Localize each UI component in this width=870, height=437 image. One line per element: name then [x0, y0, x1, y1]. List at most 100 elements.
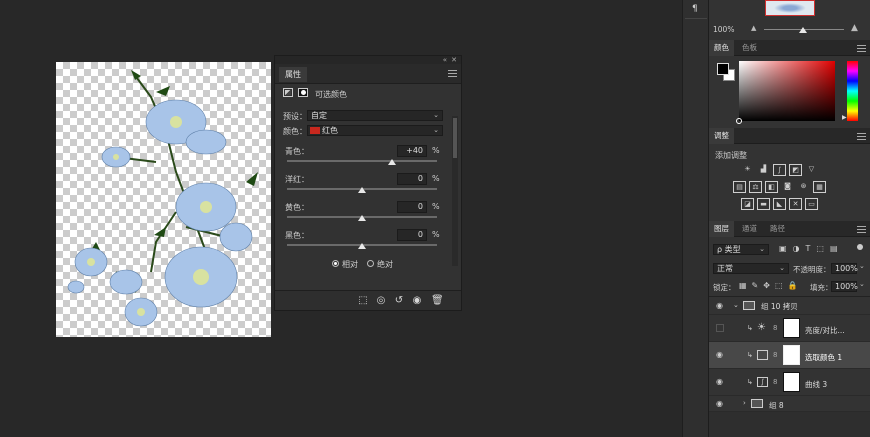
color-balance-icon[interactable]: ⚖: [749, 181, 762, 193]
zoom-in-icon[interactable]: ▲: [851, 23, 858, 33]
link-icon[interactable]: 8: [773, 324, 777, 332]
absolute-radio[interactable]: [367, 260, 374, 267]
mask-icon[interactable]: [298, 88, 308, 97]
visibility-eye-icon[interactable]: ◉: [411, 295, 423, 307]
panel-header-title: 可选颜色: [315, 90, 347, 99]
fill-input[interactable]: 100%: [831, 281, 858, 292]
nav-zoom-value[interactable]: 100%: [713, 25, 734, 34]
layer-mask-thumbnail[interactable]: [783, 345, 800, 365]
clip-arrow-icon: ↳: [747, 378, 753, 386]
panel-drag-bar[interactable]: « ✕: [275, 56, 461, 64]
visibility-eye-icon[interactable]: ◉: [716, 302, 726, 310]
layer-filter-dropdown[interactable]: ρ 类型 ⌄: [713, 244, 769, 255]
clip-arrow-icon: ↳: [747, 351, 753, 359]
layer-row-brightness-contrast[interactable]: ↳ ☀ 8 亮度/对比...: [709, 315, 870, 342]
clip-to-layer-icon[interactable]: ⬚: [357, 295, 369, 307]
brightness-icon: ☀: [757, 322, 766, 333]
layer-row-curves-3[interactable]: ◉ ↳ ∫ 8 曲线 3: [709, 369, 870, 396]
tab-channels[interactable]: 通道: [737, 221, 762, 237]
zoom-out-icon[interactable]: ▲: [751, 24, 756, 32]
vibrance-icon[interactable]: ▽: [805, 164, 818, 176]
exposure-icon[interactable]: ◩: [789, 164, 802, 176]
blend-mode-dropdown[interactable]: 正常 ⌄: [713, 263, 789, 274]
view-previous-icon[interactable]: ◎: [375, 295, 387, 307]
color-panel-menu-icon[interactable]: [857, 45, 866, 52]
tab-paths[interactable]: 路径: [765, 221, 790, 237]
layer-mask-thumbnail[interactable]: [783, 372, 800, 392]
opacity-chevron-icon[interactable]: ⌄: [859, 262, 865, 270]
tab-adjustments[interactable]: 调整: [709, 128, 734, 144]
brightness-icon[interactable]: ☀: [741, 164, 754, 176]
photo-filter-icon[interactable]: ◙: [781, 181, 794, 193]
visibility-toggle-off[interactable]: [716, 324, 724, 332]
navigator-preview[interactable]: [765, 0, 815, 16]
threshold-icon[interactable]: ◣: [773, 198, 786, 210]
delete-icon[interactable]: 🗑: [431, 295, 444, 307]
preset-dropdown[interactable]: 自定 ⌄: [307, 110, 443, 121]
hue-saturation-icon[interactable]: ▤: [733, 181, 746, 193]
percent-unit: %: [432, 174, 440, 183]
link-icon[interactable]: 8: [773, 351, 777, 359]
gradient-map-icon[interactable]: ▭: [805, 198, 818, 210]
panel-scrollbar[interactable]: [452, 116, 458, 266]
slider-value-input[interactable]: +40: [397, 145, 427, 157]
colors-value: 红色: [322, 126, 338, 135]
collapse-icon[interactable]: «: [443, 56, 447, 64]
colors-dropdown[interactable]: 红色 ⌄: [307, 125, 443, 136]
levels-icon[interactable]: ▟: [757, 164, 770, 176]
zoom-slider-thumb[interactable]: [799, 27, 807, 33]
color-lookup-icon[interactable]: ▦: [813, 181, 826, 193]
layers-menu-icon[interactable]: [857, 226, 866, 233]
tab-layers[interactable]: 图层: [709, 221, 734, 237]
paragraph-icon[interactable]: ¶: [692, 4, 698, 14]
layers-panel-tabs: 图层 通道 路径: [709, 221, 870, 237]
black-white-icon[interactable]: ◧: [765, 181, 778, 193]
visibility-eye-icon[interactable]: ◉: [716, 400, 726, 408]
document-canvas[interactable]: [56, 62, 271, 337]
slider-value-input[interactable]: 0: [397, 173, 427, 185]
tab-color[interactable]: 颜色: [709, 40, 734, 56]
tab-swatches[interactable]: 色板: [737, 40, 762, 56]
visibility-eye-icon[interactable]: ◉: [716, 378, 726, 386]
chevron-right-icon[interactable]: ›: [743, 399, 746, 407]
slider-thumb[interactable]: [358, 215, 366, 221]
posterize-icon[interactable]: ▬: [757, 198, 770, 210]
fill-chevron-icon[interactable]: ⌄: [859, 280, 865, 288]
slider-value-input[interactable]: 0: [397, 201, 427, 213]
layer-filter-icons[interactable]: ▣◑T⬚▤: [779, 244, 844, 253]
slider-thumb[interactable]: [358, 243, 366, 249]
panel-menu-icon[interactable]: [448, 70, 457, 77]
adjustments-menu-icon[interactable]: [857, 133, 866, 140]
filter-toggle-icon[interactable]: [857, 244, 863, 250]
opacity-input[interactable]: 100%: [831, 263, 858, 274]
chevron-down-icon[interactable]: ⌄: [733, 301, 739, 309]
relative-radio[interactable]: [332, 260, 339, 267]
slider-thumb[interactable]: [358, 187, 366, 193]
channel-mixer-icon[interactable]: ⊛: [797, 181, 810, 193]
link-icon[interactable]: 8: [773, 378, 777, 386]
color-picker-field[interactable]: [736, 61, 835, 124]
tab-properties[interactable]: 属性: [279, 67, 307, 82]
layer-row-group-8[interactable]: ◉ › 组 8: [709, 396, 870, 412]
lock-icons[interactable]: ▦✎✥⬚🔒: [739, 281, 802, 290]
close-icon[interactable]: ✕: [451, 56, 457, 64]
scrollbar-thumb[interactable]: [453, 118, 457, 158]
opacity-label: 不透明度：: [793, 265, 831, 274]
folder-icon: [743, 301, 755, 310]
curves-icon[interactable]: ∫: [773, 164, 786, 176]
invert-icon[interactable]: ◪: [741, 198, 754, 210]
adjustment-layer-icon: [283, 88, 293, 97]
hue-slider[interactable]: [847, 61, 858, 121]
visibility-eye-icon[interactable]: ◉: [716, 351, 726, 359]
layer-row-selective-color[interactable]: ◉ ↳ 8 选取颜色 1: [709, 342, 870, 369]
layer-row-group-10-copy[interactable]: ◉ ⌄ 组 10 拷贝: [709, 297, 870, 315]
slider-thumb[interactable]: [388, 159, 396, 165]
foreground-color[interactable]: [717, 63, 729, 75]
selective-color-icon[interactable]: ✕: [789, 198, 802, 210]
reset-icon[interactable]: ↺: [393, 295, 405, 307]
slider-track[interactable]: [287, 160, 437, 162]
hue-slider-arrow-icon[interactable]: ▶: [842, 114, 847, 121]
slider-value-input[interactable]: 0: [397, 229, 427, 241]
divider: [685, 18, 707, 19]
layer-mask-thumbnail[interactable]: [783, 318, 800, 338]
